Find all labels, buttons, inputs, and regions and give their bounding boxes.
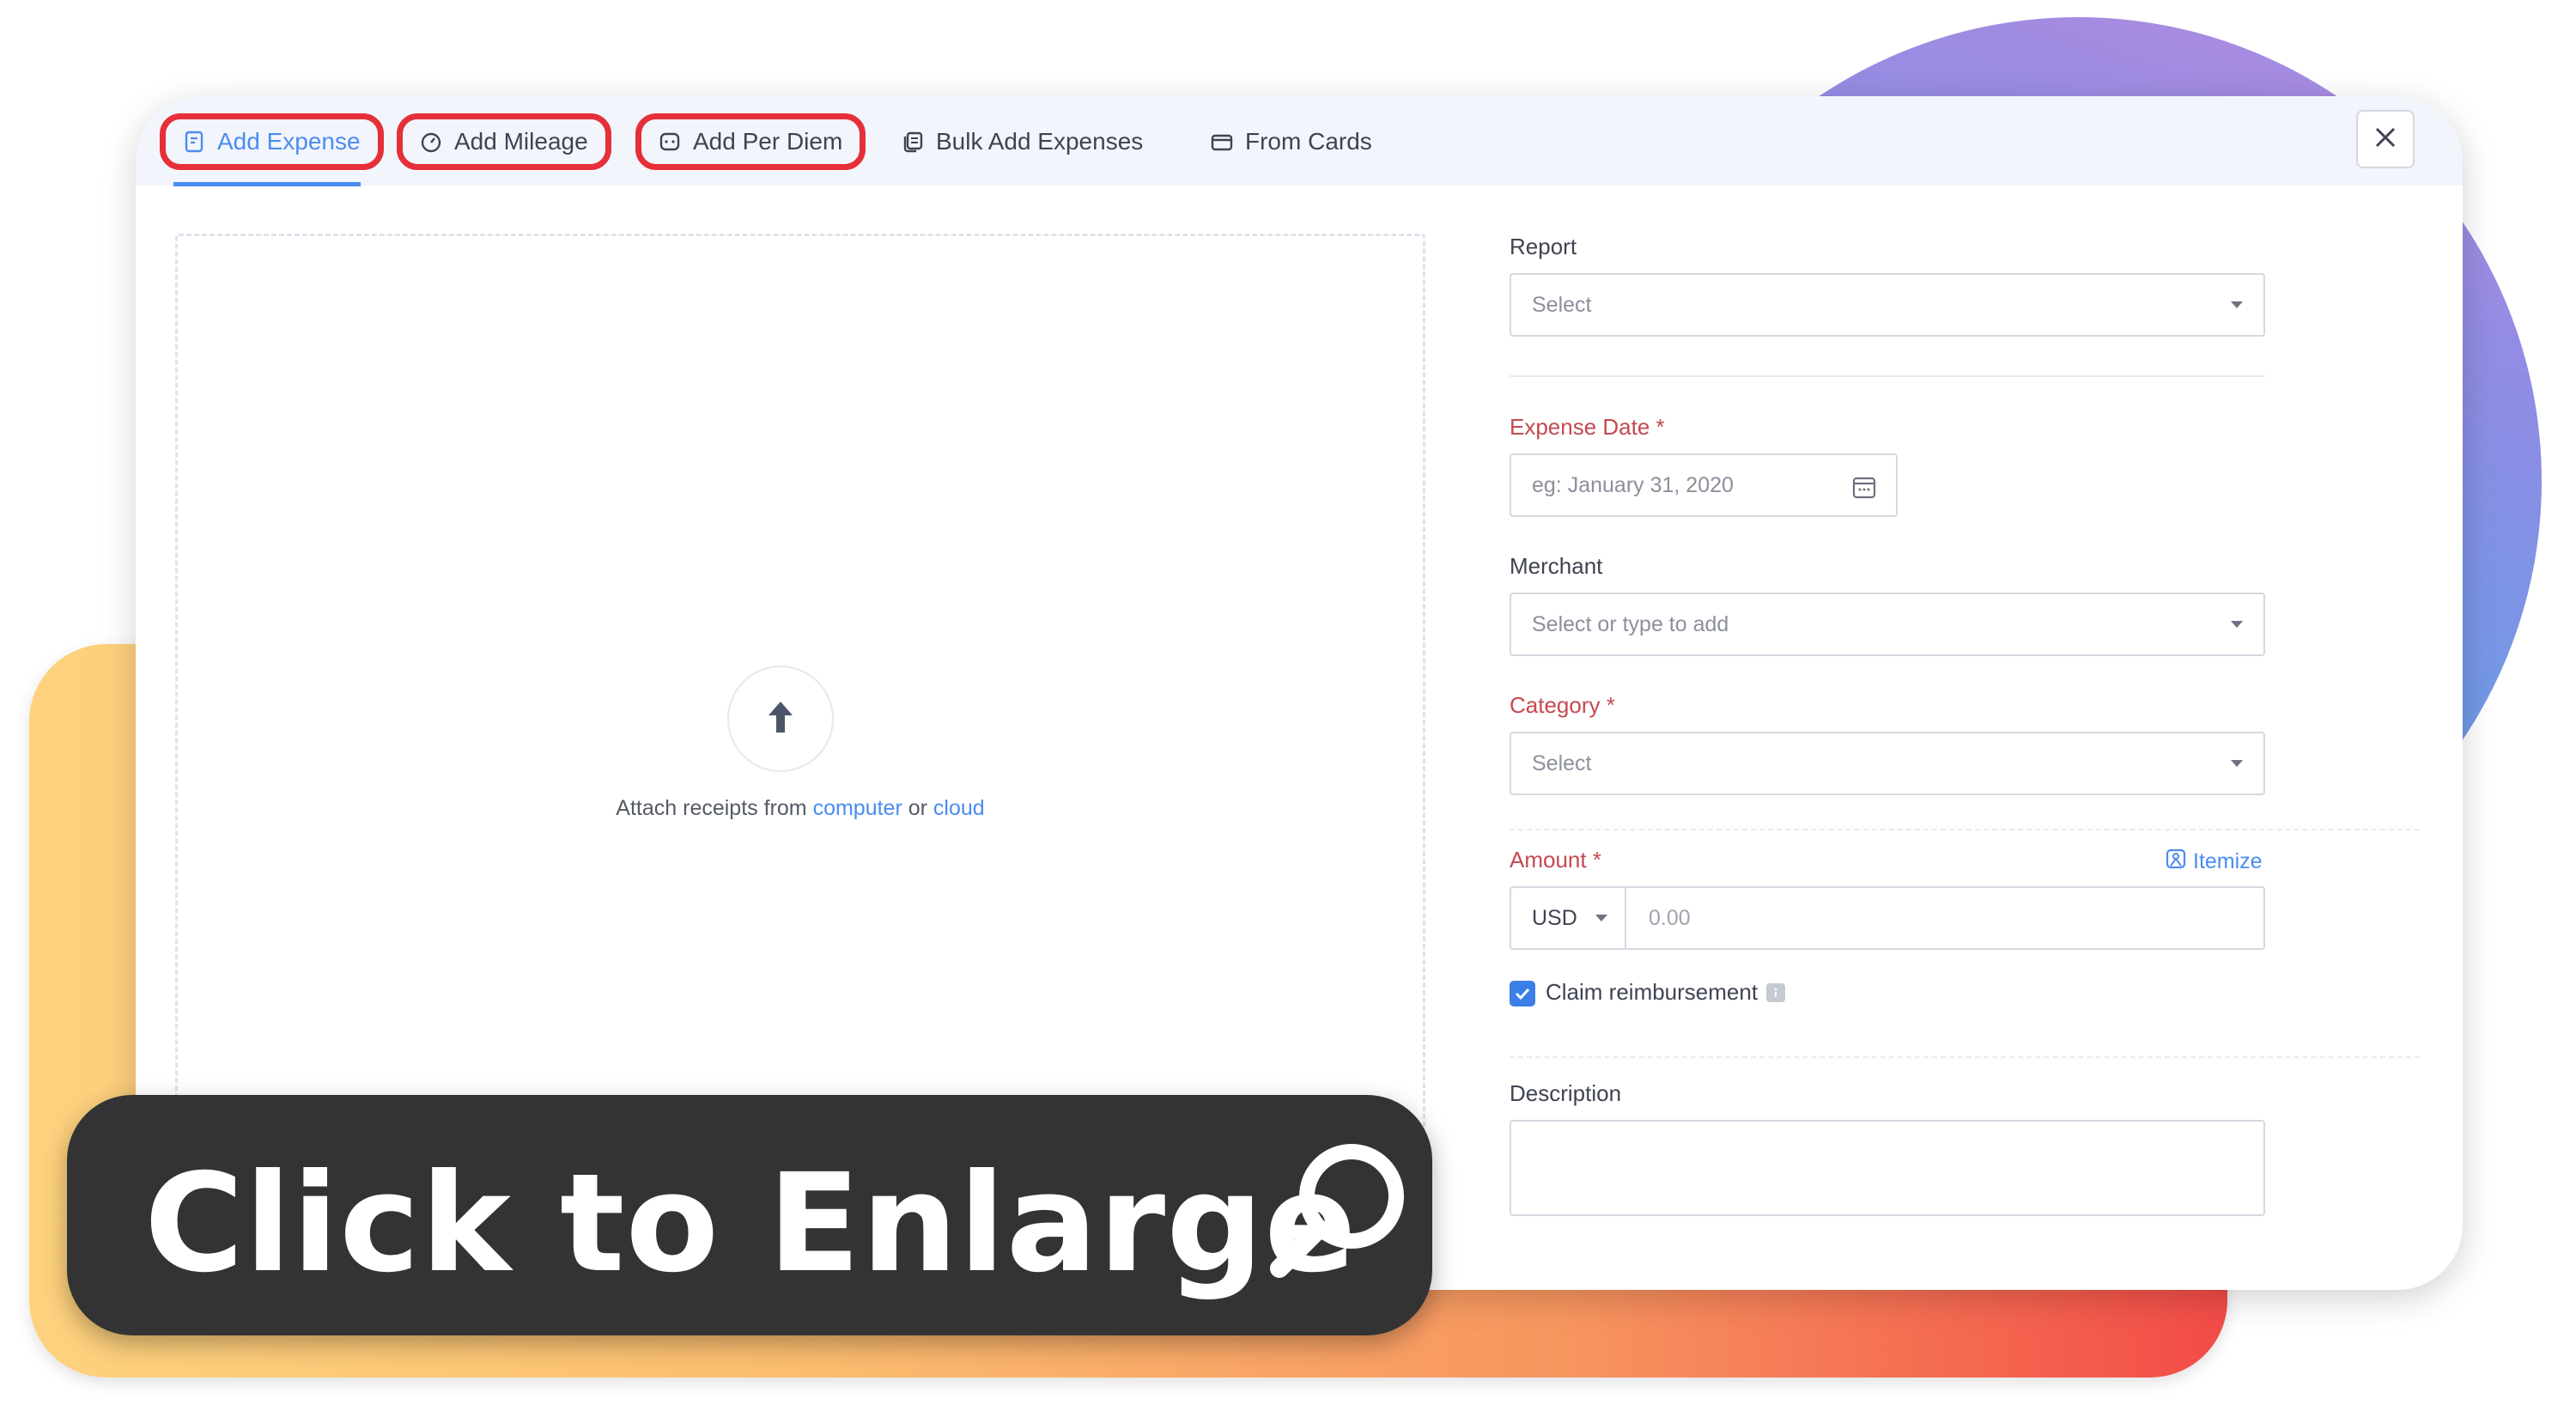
cloud-link[interactable]: cloud bbox=[933, 796, 985, 820]
divider bbox=[1510, 375, 2265, 377]
tab-add-mileage[interactable]: Add Mileage bbox=[397, 113, 611, 170]
amount-label: Amount * bbox=[1510, 847, 1601, 873]
chevron-down-icon bbox=[2231, 301, 2243, 308]
expense-date-input[interactable]: eg: January 31, 2020 bbox=[1510, 453, 1898, 517]
expense-date-label: Expense Date * bbox=[1510, 414, 1665, 440]
itemize-link[interactable]: Itemize bbox=[2166, 848, 2263, 875]
tab-label: Add Mileage bbox=[454, 128, 588, 155]
claim-reimbursement-label: Claim reimbursement bbox=[1546, 979, 1759, 1005]
upload-arrow-icon bbox=[762, 696, 799, 742]
info-icon[interactable] bbox=[1766, 982, 1786, 1002]
itemize-label: Itemize bbox=[2193, 849, 2263, 873]
chevron-down-icon bbox=[2231, 621, 2243, 628]
tab-add-expense[interactable]: Add Expense bbox=[160, 113, 384, 170]
tab-add-per-diem[interactable]: Add Per Diem bbox=[635, 113, 866, 170]
tab-from-cards[interactable]: From Cards bbox=[1194, 113, 1389, 170]
per-diem-icon bbox=[659, 131, 681, 153]
currency-select[interactable]: USD bbox=[1511, 888, 1626, 948]
divider bbox=[1510, 829, 2420, 830]
tab-label: Add Expense bbox=[217, 128, 361, 155]
speedometer-icon bbox=[420, 131, 442, 153]
checkmark-icon bbox=[1515, 988, 1530, 1000]
enlarge-text: Click to Enlarge bbox=[144, 1145, 1358, 1303]
report-label: Report bbox=[1510, 234, 1577, 259]
card-icon bbox=[1211, 131, 1233, 153]
description-textarea[interactable] bbox=[1510, 1120, 2265, 1216]
attach-receipts-text: Attach receipts from computer or cloud bbox=[178, 796, 1423, 821]
close-button[interactable] bbox=[2356, 110, 2415, 168]
tab-bulk-add-expenses[interactable]: Bulk Add Expenses bbox=[884, 113, 1160, 170]
click-to-enlarge-banner[interactable]: Click to Enlarge bbox=[67, 1095, 1432, 1335]
amount-placeholder: 0.00 bbox=[1649, 905, 1691, 930]
divider bbox=[1510, 1056, 2420, 1058]
tab-label: Add Per Diem bbox=[693, 128, 843, 155]
merchant-label: Merchant bbox=[1510, 553, 1603, 579]
receipt-icon bbox=[183, 131, 205, 153]
expense-date-placeholder: eg: January 31, 2020 bbox=[1532, 472, 1734, 497]
close-icon bbox=[2373, 125, 2397, 154]
chevron-down-icon bbox=[1595, 915, 1607, 921]
upload-button[interactable] bbox=[727, 666, 834, 772]
category-select[interactable]: Select bbox=[1510, 732, 2265, 795]
computer-link[interactable]: computer bbox=[813, 796, 902, 820]
amount-field: USD 0.00 bbox=[1510, 886, 2265, 950]
report-select[interactable]: Select bbox=[1510, 273, 2265, 337]
claim-reimbursement-checkbox[interactable] bbox=[1510, 981, 1535, 1006]
calendar-icon[interactable] bbox=[1851, 474, 1877, 506]
tab-label: From Cards bbox=[1245, 128, 1372, 155]
tab-label: Bulk Add Expenses bbox=[936, 128, 1144, 155]
itemize-icon bbox=[2166, 848, 2186, 875]
merchant-select[interactable]: Select or type to add bbox=[1510, 593, 2265, 656]
merchant-placeholder: Select or type to add bbox=[1532, 611, 1729, 636]
chevron-down-icon bbox=[2231, 760, 2243, 767]
report-placeholder: Select bbox=[1532, 292, 1592, 317]
magnifier-icon bbox=[1261, 1133, 1415, 1287]
description-label: Description bbox=[1510, 1080, 1622, 1106]
currency-value: USD bbox=[1532, 905, 1577, 930]
attach-or: or bbox=[908, 796, 927, 820]
category-label: Category * bbox=[1510, 692, 1615, 718]
category-placeholder: Select bbox=[1532, 751, 1592, 775]
bulk-copy-icon bbox=[902, 131, 924, 153]
attach-prefix: Attach receipts from bbox=[616, 796, 807, 820]
claim-reimbursement-row: Claim reimbursement bbox=[1546, 979, 1786, 1006]
active-tab-indicator bbox=[173, 182, 361, 186]
amount-input[interactable]: 0.00 bbox=[1649, 888, 1691, 948]
tab-bar: Add Expense Add Mileage Add Per Diem Bul… bbox=[136, 96, 2463, 186]
